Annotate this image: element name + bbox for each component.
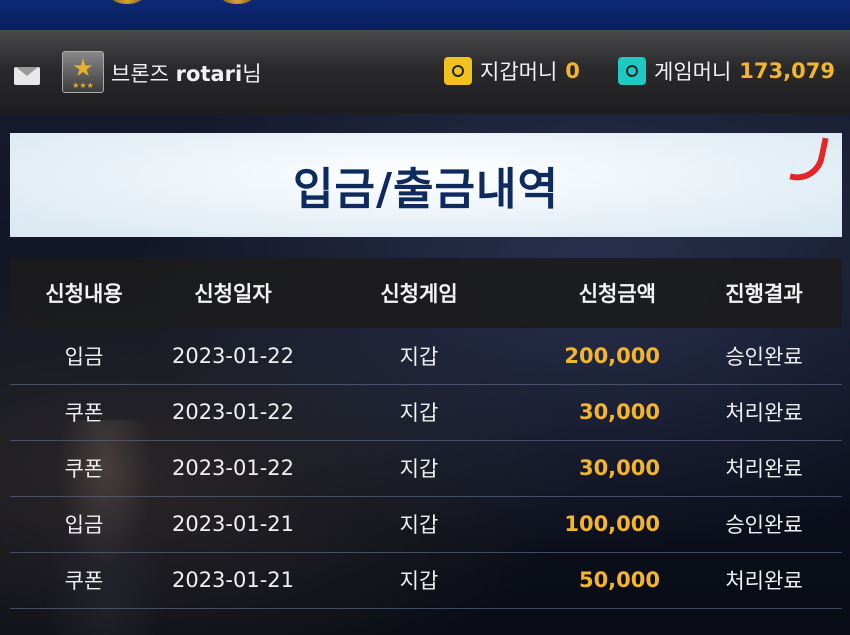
logo-orb-icon bbox=[220, 0, 254, 4]
wallet-money-label: 지갑머니 bbox=[480, 60, 558, 84]
table-row[interactable]: 쿠폰 2023-01-21 지갑 50,000 처리완료 bbox=[10, 552, 842, 608]
red-check-mark bbox=[789, 132, 829, 186]
cell-result: 처리완료 bbox=[725, 401, 803, 425]
table-row[interactable]: 쿠폰 2023-01-22 지갑 30,000 처리완료 bbox=[10, 384, 842, 440]
cell-type: 쿠폰 bbox=[64, 401, 104, 425]
wallet-money[interactable]: 지갑머니 0 bbox=[444, 56, 580, 86]
cell-date: 2023-01-21 bbox=[171, 512, 295, 536]
cell-result: 승인완료 bbox=[725, 344, 803, 369]
user-name: 브론즈 rotari님 bbox=[111, 58, 262, 88]
title-banner: 입금/출금내역 bbox=[10, 132, 842, 237]
cell-type: 입금 bbox=[64, 344, 104, 369]
page-title: 입금/출금내역 bbox=[293, 164, 559, 215]
cell-amount: 30,000 bbox=[578, 456, 660, 480]
cell-game: 지갑 bbox=[399, 344, 439, 369]
header-request-date: 신청일자 bbox=[194, 282, 272, 306]
user-rank: 브론즈 bbox=[111, 62, 169, 86]
cell-game: 지갑 bbox=[399, 457, 439, 481]
cell-result: 처리완료 bbox=[725, 569, 803, 593]
cell-result: 승인완료 bbox=[725, 513, 803, 537]
logo-orb-icon bbox=[110, 0, 144, 4]
cell-result: 처리완료 bbox=[725, 457, 803, 481]
top-strip bbox=[0, 0, 850, 30]
cell-type: 쿠폰 bbox=[64, 569, 104, 593]
user-bar: 브론즈 rotari님 지갑머니 0 게임머니 173,079 bbox=[0, 30, 850, 114]
header-request-type: 신청내용 bbox=[45, 282, 123, 306]
header-result: 진행결과 bbox=[725, 282, 803, 306]
game-money[interactable]: 게임머니 173,079 bbox=[618, 56, 835, 86]
mail-icon[interactable] bbox=[14, 67, 40, 85]
cell-type: 입금 bbox=[64, 513, 104, 537]
cell-date: 2023-01-22 bbox=[171, 400, 295, 424]
cell-type: 쿠폰 bbox=[64, 457, 104, 481]
rank-badge-icon bbox=[62, 51, 104, 93]
transaction-history-table: 신청내용 신청일자 신청게임 신청금액 진행결과 입금 2023-01-22 지… bbox=[10, 258, 842, 609]
cell-game: 지갑 bbox=[399, 401, 439, 425]
user-suffix: 님 bbox=[242, 62, 262, 86]
cell-game: 지갑 bbox=[399, 513, 439, 537]
table-row[interactable]: 쿠폰 2023-01-22 지갑 30,000 처리완료 bbox=[10, 440, 842, 496]
cell-date: 2023-01-22 bbox=[171, 456, 295, 480]
game-money-value: 173,079 bbox=[739, 59, 835, 83]
cell-date: 2023-01-22 bbox=[171, 343, 295, 368]
safe-gold-icon bbox=[444, 57, 472, 85]
game-money-label: 게임머니 bbox=[654, 60, 732, 84]
cell-amount: 200,000 bbox=[564, 343, 660, 368]
safe-teal-icon bbox=[618, 57, 646, 85]
cell-amount: 100,000 bbox=[564, 512, 660, 536]
cell-game: 지갑 bbox=[399, 569, 439, 593]
header-request-game: 신청게임 bbox=[380, 282, 458, 306]
user-id: rotari bbox=[175, 62, 243, 86]
table-row[interactable]: 입금 2023-01-22 지갑 200,000 승인완료 bbox=[10, 328, 842, 384]
cell-amount: 50,000 bbox=[578, 568, 660, 592]
header-request-amount: 신청금액 bbox=[578, 282, 656, 306]
cell-amount: 30,000 bbox=[578, 400, 660, 424]
wallet-money-value: 0 bbox=[565, 59, 580, 83]
table-row[interactable]: 입금 2023-01-21 지갑 100,000 승인완료 bbox=[10, 496, 842, 552]
cell-date: 2023-01-21 bbox=[171, 568, 295, 592]
table-header-row: 신청내용 신청일자 신청게임 신청금액 진행결과 bbox=[10, 258, 842, 328]
